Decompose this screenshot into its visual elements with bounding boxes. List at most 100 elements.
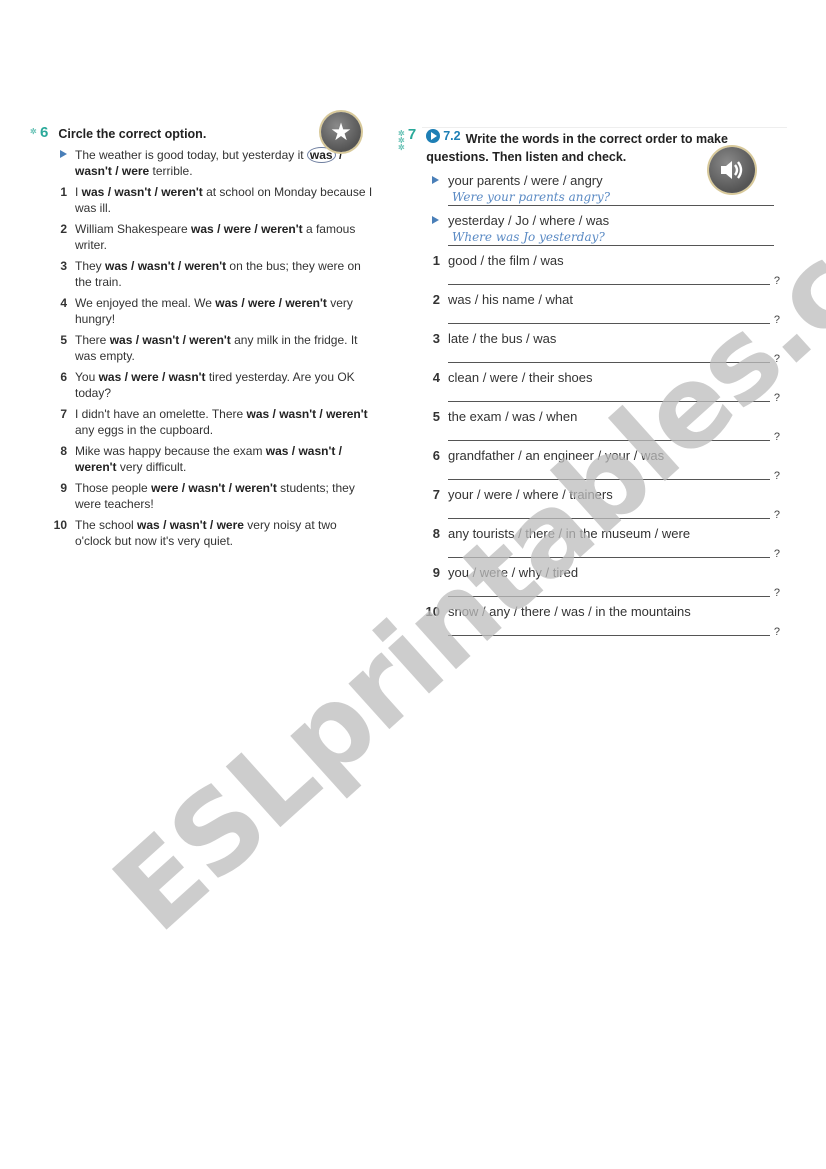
- item-post: very difficult.: [116, 460, 187, 474]
- answer-blank[interactable]: ?: [448, 581, 780, 599]
- item-number: 2: [60, 222, 67, 236]
- answer-blank[interactable]: ?: [448, 503, 780, 521]
- item-options[interactable]: was / were / wasn't: [99, 370, 206, 384]
- audio-track-ref[interactable]: 7.2: [426, 127, 461, 145]
- item-options[interactable]: were / wasn't / weren't: [151, 481, 277, 495]
- speaker-icon[interactable]: [709, 147, 755, 193]
- example-arrow-icon: [432, 176, 439, 184]
- example-item: yesterday / Jo / where / was Where was Jo…: [398, 212, 783, 246]
- answer-blank[interactable]: ?: [448, 347, 780, 365]
- item-prompt-row: 10 snow / any / there / was / in the moun…: [398, 603, 783, 620]
- item-options[interactable]: was / wasn't / weren't: [105, 259, 226, 273]
- item-options[interactable]: was / wasn't / weren't: [247, 407, 368, 421]
- exercise-item: 10 snow / any / there / was / in the moun…: [398, 603, 783, 638]
- exercise-item: 1 I was / wasn't / weren't at school on M…: [30, 184, 375, 216]
- exercise-6: ✲ 6 Circle the correct option. The weath…: [30, 125, 375, 549]
- answer-blank[interactable]: ?: [448, 269, 780, 287]
- item-prompt: clean / were / their shoes: [448, 370, 593, 385]
- exercise-item: 6 grandfather / an engineer / your / was?: [398, 447, 783, 482]
- question-mark: ?: [773, 353, 780, 365]
- exercise-item: 1 good / the film / was?: [398, 252, 783, 287]
- item-prompt: any tourists / there / in the museum / w…: [448, 526, 691, 541]
- exercise-item: 9 Those people were / wasn't / weren't st…: [30, 480, 375, 512]
- item-prompt-row: 7 your / were / where / trainers: [398, 486, 783, 503]
- item-pre: They: [75, 259, 106, 273]
- item-prompt: you / were / why / tired: [448, 565, 579, 580]
- item-number: 1: [432, 253, 440, 268]
- answer-blank[interactable]: ?: [448, 464, 780, 482]
- question-mark: ?: [773, 314, 780, 326]
- item-pre: The school: [75, 518, 138, 532]
- play-icon[interactable]: [426, 129, 441, 143]
- item-number: 7: [60, 407, 67, 421]
- item-options[interactable]: was / were / weren't: [215, 296, 327, 310]
- exercise-item: 3 late / the bus / was?: [398, 330, 783, 365]
- example-item: The weather is good today, but yesterday…: [30, 147, 375, 179]
- answer-blank[interactable]: ?: [448, 386, 780, 404]
- item-text: William Shakespeare was / were / weren't…: [75, 221, 375, 253]
- example-prompt-text: your parents / were / angry: [448, 173, 603, 188]
- answer-blank[interactable]: ?: [448, 308, 780, 326]
- item-options[interactable]: was / were / weren't: [191, 222, 303, 236]
- item-number: 8: [432, 526, 440, 541]
- item-prompt-row: 6 grandfather / an engineer / your / was: [398, 447, 783, 464]
- question-mark: ?: [773, 470, 780, 482]
- item-prompt-row: 9 you / were / why / tired: [398, 564, 783, 581]
- exercise-item: 9 you / were / why / tired?: [398, 564, 783, 599]
- item-number: 8: [60, 444, 67, 458]
- item-text: I was / wasn't / weren't at school on Mo…: [75, 184, 375, 216]
- item-options[interactable]: was / wasn't / weren't: [82, 185, 203, 199]
- item-options[interactable]: was / wasn't / weren't: [110, 333, 231, 347]
- answer-blank[interactable]: ?: [448, 542, 780, 560]
- exercise-item: 6 You was / were / wasn't tired yesterday…: [30, 369, 375, 401]
- item-text: The school was / wasn't / were very nois…: [75, 517, 375, 549]
- answer-blank[interactable]: ?: [448, 425, 780, 443]
- item-prompt-row: 3 late / the bus / was: [398, 330, 783, 347]
- item-prompt: was / his name / what: [448, 292, 573, 307]
- exercise-number: 6: [40, 124, 49, 141]
- item-options[interactable]: was / wasn't / were: [137, 518, 244, 532]
- example-post: terrible.: [149, 164, 193, 178]
- exercise-item: 2 was / his name / what?: [398, 291, 783, 326]
- question-mark: ?: [773, 587, 780, 599]
- item-prompt-row: 4 clean / were / their shoes: [398, 369, 783, 386]
- item-prompt: your / were / where / trainers: [448, 487, 613, 502]
- exercise-title: Circle the correct option.: [58, 127, 207, 141]
- item-pre: I: [75, 185, 82, 199]
- exercise-item: 4 clean / were / their shoes?: [398, 369, 783, 404]
- question-mark: ?: [773, 509, 780, 521]
- item-number: 1: [60, 185, 67, 199]
- item-text: I didn't have an omelette. There was / w…: [75, 406, 375, 438]
- item-text: Mike was happy because the exam was / wa…: [75, 443, 375, 475]
- exercise-7-items: 1 good / the film / was? 2 was / his name /…: [398, 252, 783, 638]
- item-pre: You: [75, 370, 99, 384]
- speaker-glyph: [721, 161, 743, 179]
- item-pre: Mike was happy because the exam: [75, 444, 266, 458]
- question-mark: ?: [773, 626, 780, 638]
- exercise-item: 8 Mike was happy because the exam was / w…: [30, 443, 375, 475]
- item-number: 3: [60, 259, 67, 273]
- example-prompt-text: yesterday / Jo / where / was: [448, 213, 610, 228]
- exercise-item: 4 We enjoyed the meal. We was / were / we…: [30, 295, 375, 327]
- exercise-item: 5 There was / wasn't / weren't any milk i…: [30, 332, 375, 364]
- item-prompt-row: 1 good / the film / was: [398, 252, 783, 269]
- item-number: 2: [432, 292, 440, 307]
- item-number: 6: [432, 448, 440, 463]
- item-number: 5: [60, 333, 67, 347]
- item-number: 10: [53, 518, 67, 532]
- exercise-item: 8 any tourists / there / in the museum / …: [398, 525, 783, 560]
- question-mark: ?: [773, 275, 780, 287]
- example-prompt: yesterday / Jo / where / was: [398, 212, 783, 229]
- exercise-item: 3 They was / wasn't / weren't on the bus;…: [30, 258, 375, 290]
- exercise-title-text: Write the words in the correct order to …: [426, 132, 728, 164]
- item-text: There was / wasn't / weren't any milk in…: [75, 332, 375, 364]
- item-number: 5: [432, 409, 440, 424]
- item-number: 3: [432, 331, 440, 346]
- exercise-6-items: 1 I was / wasn't / weren't at school on M…: [30, 184, 375, 549]
- item-prompt: grandfather / an engineer / your / was: [448, 448, 665, 463]
- item-pre: We enjoyed the meal. We: [75, 296, 216, 310]
- item-prompt: good / the film / was: [448, 253, 564, 268]
- item-text: We enjoyed the meal. We was / were / wer…: [75, 295, 375, 327]
- answer-blank[interactable]: ?: [448, 620, 780, 638]
- item-pre: Those people: [75, 481, 152, 495]
